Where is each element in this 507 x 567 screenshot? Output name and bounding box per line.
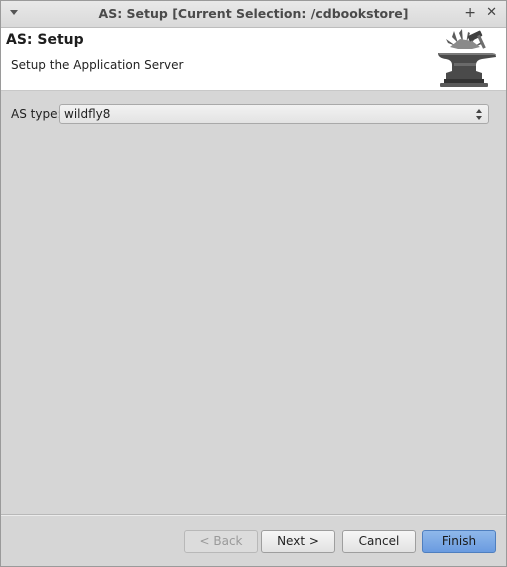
next-button[interactable]: Next >	[261, 530, 335, 553]
title-bar: AS: Setup [Current Selection: /cdbooksto…	[1, 1, 506, 28]
footer-separator	[1, 514, 506, 516]
back-button[interactable]: < Back	[184, 530, 258, 553]
select-spinner-icon	[475, 107, 483, 121]
window-title: AS: Setup [Current Selection: /cdbooksto…	[98, 6, 409, 21]
finish-button[interactable]: Finish	[422, 530, 496, 553]
wizard-title: AS: Setup	[6, 32, 84, 48]
wizard-header: AS: Setup Setup the Application Server	[1, 28, 506, 91]
maximize-icon[interactable]: +	[464, 5, 476, 21]
as-type-selected-value: wildfly8	[64, 107, 111, 121]
as-type-row: AS type: wildfly8	[11, 104, 491, 126]
anvil-icon	[438, 29, 496, 87]
wizard-description: Setup the Application Server	[11, 58, 184, 72]
setup-dialog: AS: Setup [Current Selection: /cdbooksto…	[0, 0, 507, 567]
as-type-label: AS type:	[11, 107, 62, 121]
cancel-button[interactable]: Cancel	[342, 530, 416, 553]
as-type-select[interactable]: wildfly8	[59, 104, 489, 124]
close-icon[interactable]: ✕	[486, 5, 497, 21]
